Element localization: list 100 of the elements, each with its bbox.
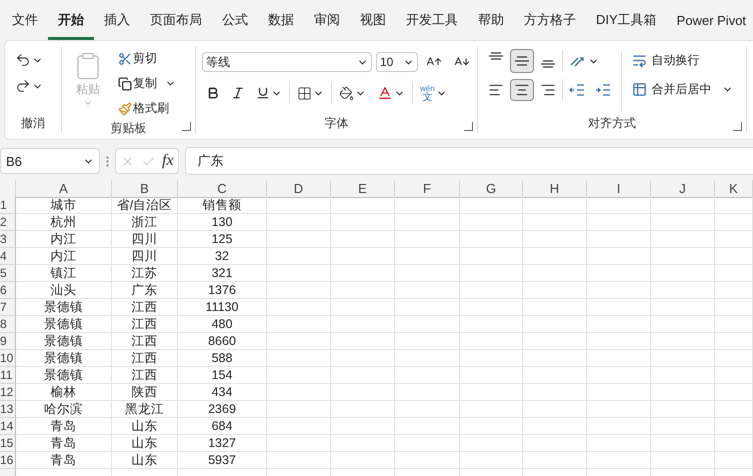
ribbon-tab[interactable]: 数据 xyxy=(258,0,304,40)
font-size-dropdown[interactable]: 10 xyxy=(376,52,418,72)
column-header[interactable]: J xyxy=(651,180,715,198)
empty-cell xyxy=(460,401,523,418)
cut-button[interactable]: 剪切 xyxy=(114,47,180,70)
empty-cell xyxy=(651,299,715,316)
column-header[interactable]: C xyxy=(178,180,267,198)
empty-cell xyxy=(331,418,395,435)
empty-cell xyxy=(460,214,523,231)
column-header[interactable]: A xyxy=(16,180,112,198)
align-center-icon xyxy=(514,82,530,98)
ribbon-tab[interactable]: DIY工具箱 xyxy=(586,0,667,40)
column-header[interactable]: H xyxy=(523,180,587,198)
formula-field[interactable]: 广东 xyxy=(184,147,753,175)
align-left-icon xyxy=(488,82,504,98)
name-box[interactable]: B6 xyxy=(0,148,100,174)
empty-cell xyxy=(460,350,523,367)
font-name-dropdown[interactable]: 等线 xyxy=(202,52,372,72)
row-header[interactable]: 11 xyxy=(0,367,16,384)
empty-cell xyxy=(587,299,651,316)
table-cell: 山东 xyxy=(112,418,178,435)
empty-cell xyxy=(395,299,460,316)
empty-cell xyxy=(651,333,715,350)
empty-cell xyxy=(267,231,331,248)
column-header[interactable]: E xyxy=(331,180,395,198)
table-cell: 销售额 xyxy=(178,197,267,214)
row-header[interactable]: 2 xyxy=(0,214,16,231)
empty-cell xyxy=(331,197,395,214)
empty-cell xyxy=(587,333,651,350)
format-painter-button[interactable]: 格式刷 xyxy=(114,97,180,120)
row-header[interactable]: 13 xyxy=(0,401,16,418)
empty-cell xyxy=(331,452,395,469)
empty-cell xyxy=(715,197,753,214)
empty-cell xyxy=(587,401,651,418)
table-cell: 汕头 xyxy=(16,282,112,299)
ribbon-tab[interactable]: 帮助 xyxy=(468,0,514,40)
ribbon-tab[interactable]: 插入 xyxy=(94,0,140,40)
row-header[interactable]: 12 xyxy=(0,384,16,401)
column-header[interactable]: D xyxy=(267,180,331,198)
empty-cell xyxy=(651,435,715,452)
empty-cell xyxy=(460,435,523,452)
row-header[interactable]: 1 xyxy=(0,197,16,214)
dialog-launcher-icon[interactable] xyxy=(182,122,191,131)
ribbon-tab[interactable]: Power Pivot xyxy=(666,0,753,40)
row-header[interactable]: 14 xyxy=(0,418,16,435)
vertical-align-button[interactable] xyxy=(510,49,534,73)
increase-indent-icon xyxy=(595,83,611,97)
phonetic-button[interactable]: wén 文 xyxy=(416,81,451,105)
empty-cell xyxy=(267,452,331,469)
empty-cell xyxy=(460,452,523,469)
column-header[interactable]: B xyxy=(112,180,178,198)
insert-function-button[interactable]: fx xyxy=(162,152,174,170)
ribbon-tab[interactable]: 开发工具 xyxy=(396,0,468,40)
empty-cell xyxy=(331,214,395,231)
horizontal-align-button[interactable] xyxy=(510,79,534,101)
empty-cell xyxy=(651,265,715,282)
column-header[interactable]: G xyxy=(460,180,523,198)
dialog-launcher-icon[interactable] xyxy=(464,122,473,131)
table-cell: 684 xyxy=(178,418,267,435)
wrap-text-button[interactable]: 自动换行 xyxy=(628,49,738,72)
empty-cell xyxy=(651,197,715,214)
row-header[interactable]: 4 xyxy=(0,248,16,265)
merge-center-button[interactable]: 合并后居中 xyxy=(628,78,738,101)
scissors-icon xyxy=(118,52,132,66)
column-header[interactable]: F xyxy=(395,180,460,198)
row-header[interactable]: 8 xyxy=(0,316,16,333)
wrap-text-icon xyxy=(632,53,647,68)
ribbon-tab[interactable]: 页面布局 xyxy=(140,0,212,40)
column-header[interactable]: I xyxy=(587,180,651,198)
table-cell: 江西 xyxy=(112,367,178,384)
table-cell: 2369 xyxy=(178,401,267,418)
ribbon-tab[interactable]: 视图 xyxy=(350,0,396,40)
empty-cell xyxy=(587,435,651,452)
paint-bucket-icon xyxy=(339,86,354,100)
empty-cell xyxy=(651,401,715,418)
empty-cell xyxy=(331,299,395,316)
ribbon-tab[interactable]: 方方格子 xyxy=(514,0,586,40)
copy-button[interactable]: 复制 xyxy=(114,72,180,95)
italic-icon xyxy=(231,86,245,100)
align-top-icon xyxy=(488,52,504,62)
table-cell: 480 xyxy=(178,316,267,333)
row-header[interactable]: 7 xyxy=(0,299,16,316)
merge-cells-icon xyxy=(632,82,647,97)
row-header[interactable]: 5 xyxy=(0,265,16,282)
row-header[interactable]: 9 xyxy=(0,333,16,350)
empty-cell xyxy=(395,248,460,265)
ribbon-tab[interactable]: 公式 xyxy=(212,0,258,40)
ribbon-tab[interactable]: 审阅 xyxy=(304,0,350,40)
column-header[interactable]: K xyxy=(715,180,753,198)
empty-cell xyxy=(715,452,753,469)
dialog-launcher-icon[interactable] xyxy=(733,122,742,131)
row-header[interactable]: 16 xyxy=(0,452,16,469)
row-header[interactable]: 10 xyxy=(0,350,16,367)
ribbon-tab[interactable]: 文件 xyxy=(2,0,48,40)
row-header[interactable]: 3 xyxy=(0,231,16,248)
row-header[interactable]: 15 xyxy=(0,435,16,452)
row-header[interactable]: 6 xyxy=(0,282,16,299)
empty-cell xyxy=(587,418,651,435)
redo-icon xyxy=(15,78,31,94)
table-cell: 江西 xyxy=(112,350,178,367)
